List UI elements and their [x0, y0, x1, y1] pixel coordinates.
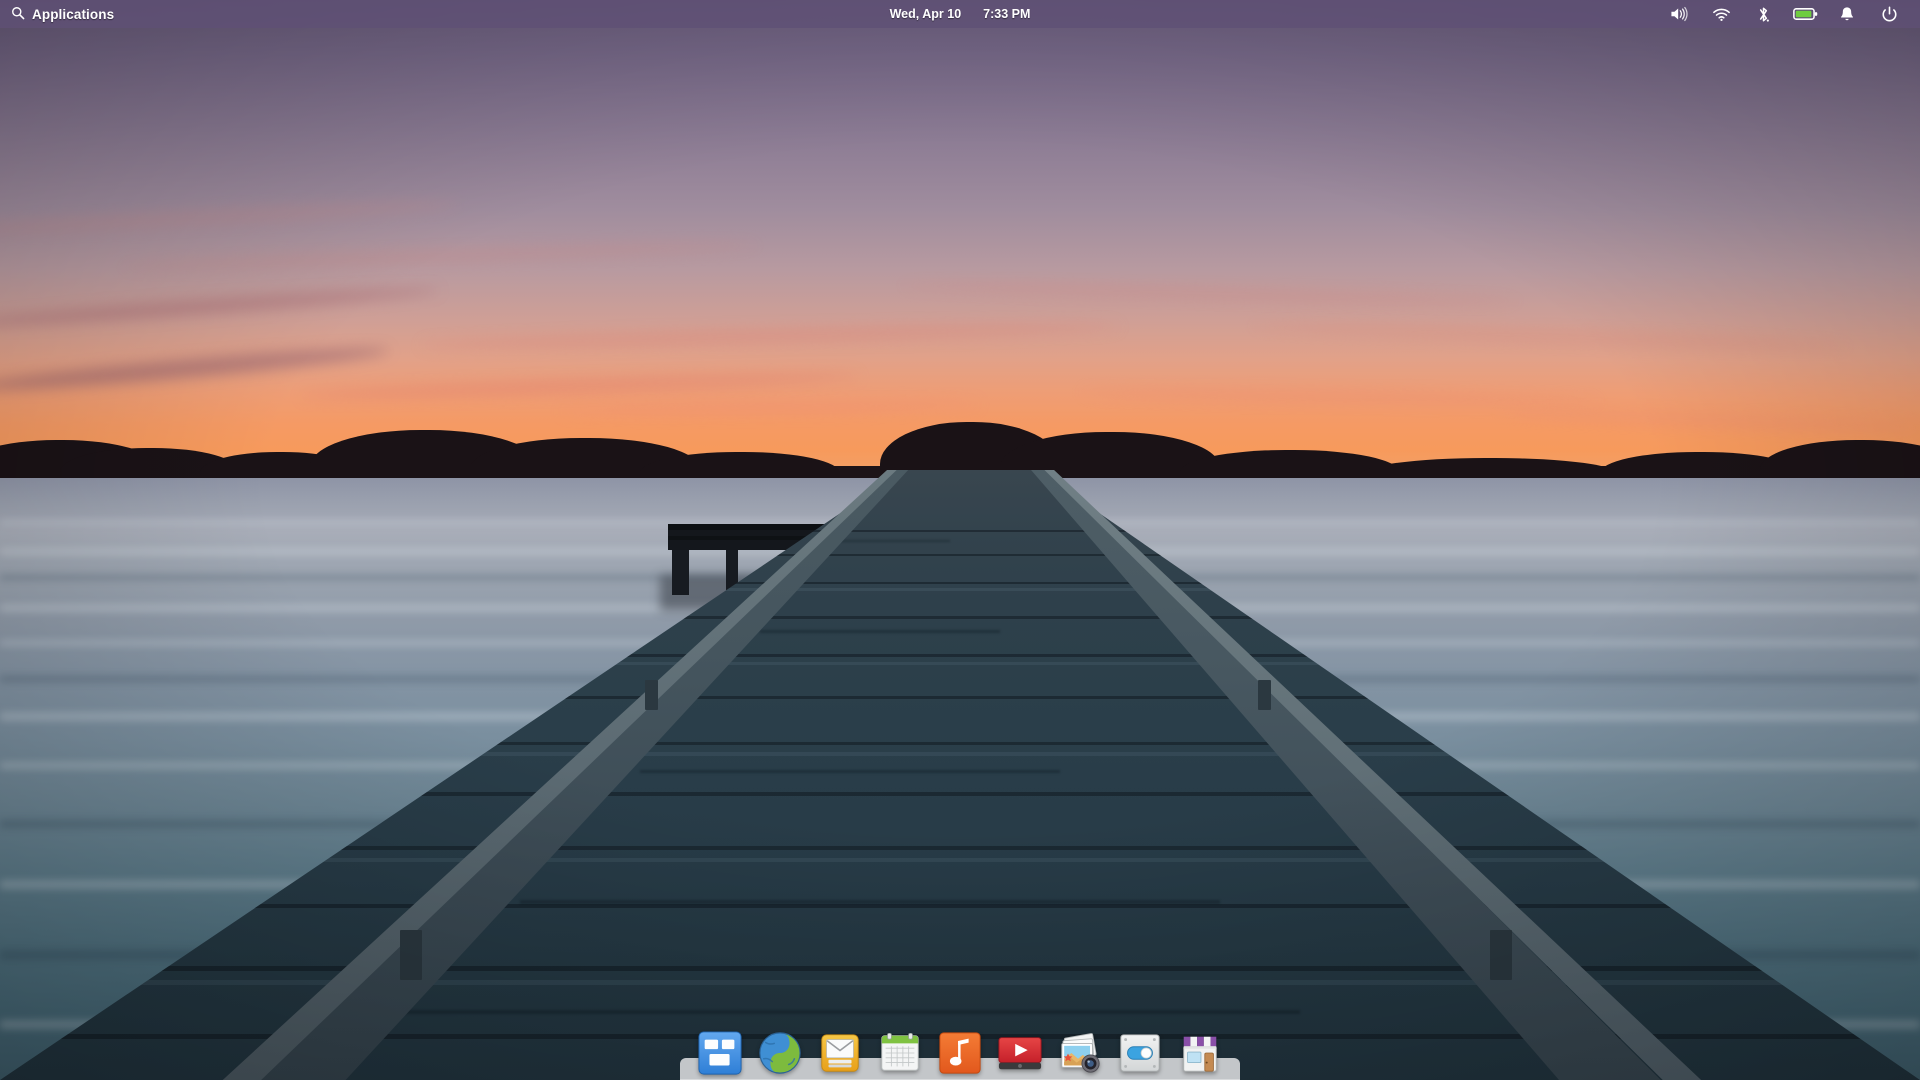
pier-piling — [672, 545, 689, 595]
desktop-wallpaper — [0, 0, 1920, 1080]
panel-time: 7:33 PM — [983, 7, 1031, 21]
desktop[interactable]: Applications Wed, Apr 10 7:33 PM — [0, 0, 1920, 1080]
panel-date: Wed, Apr 10 — [889, 7, 962, 21]
indicator-area — [1658, 0, 1920, 28]
dock-item-web[interactable] — [757, 1030, 803, 1076]
datetime-indicator[interactable]: Wed, Apr 10 7:33 PM — [890, 0, 1031, 28]
dock — [697, 1020, 1223, 1076]
dock-item-files[interactable] — [697, 1030, 743, 1076]
pier-post — [645, 680, 658, 710]
dock-item-photos[interactable] — [1057, 1030, 1103, 1076]
dock-item-videos[interactable] — [997, 1030, 1043, 1076]
top-panel: Applications Wed, Apr 10 7:33 PM — [0, 0, 1920, 28]
wifi-icon[interactable] — [1700, 0, 1742, 28]
dock-item-appcenter[interactable] — [1177, 1030, 1223, 1076]
battery-icon[interactable] — [1784, 0, 1826, 28]
pier-post — [400, 930, 422, 980]
applications-label: Applications — [32, 6, 115, 22]
search-icon — [11, 6, 25, 23]
applications-menu-button[interactable]: Applications — [0, 6, 114, 23]
dock-item-calendar[interactable] — [877, 1030, 923, 1076]
dock-item-mail[interactable] — [817, 1030, 863, 1076]
pier-post — [1490, 930, 1512, 980]
pier-post — [1258, 680, 1271, 710]
bluetooth-icon[interactable] — [1742, 0, 1784, 28]
dock-item-settings[interactable] — [1117, 1030, 1163, 1076]
volume-icon[interactable] — [1658, 0, 1700, 28]
power-icon[interactable] — [1868, 0, 1910, 28]
notification-icon[interactable] — [1826, 0, 1868, 28]
dock-item-music[interactable] — [937, 1030, 983, 1076]
